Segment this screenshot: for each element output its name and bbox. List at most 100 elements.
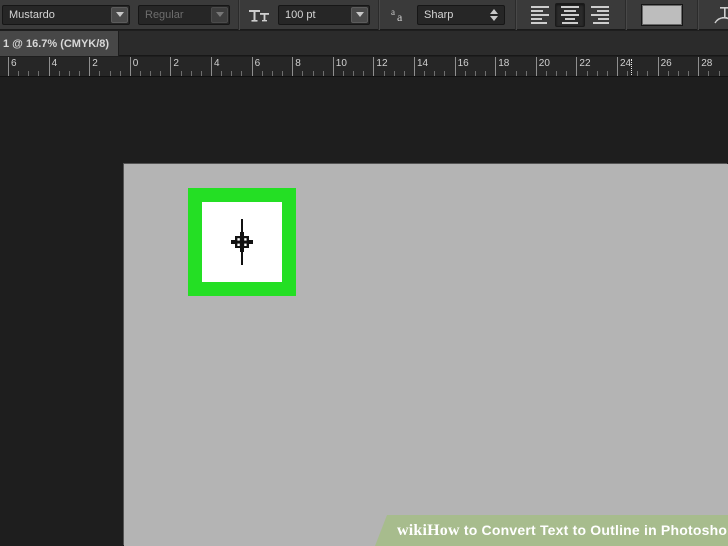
ruler-minor-tick xyxy=(566,71,568,76)
font-style-value: Regular xyxy=(145,8,184,21)
align-right-button[interactable] xyxy=(585,3,615,27)
ruler-minor-tick xyxy=(58,71,60,76)
ruler-minor-tick xyxy=(515,71,517,76)
ruler-minor-tick xyxy=(647,71,649,76)
ruler-minor-tick xyxy=(363,71,365,76)
watermark-brand-wiki: wiki xyxy=(397,521,428,539)
ruler-minor-tick xyxy=(424,71,426,76)
watermark-brand-how: How xyxy=(427,521,460,539)
text-layer-bounding-box[interactable] xyxy=(188,188,296,296)
font-size-combo[interactable]: 100 pt xyxy=(278,4,370,25)
chevron-down-icon[interactable] xyxy=(111,6,128,23)
font-family-value: Mustardo xyxy=(9,8,55,21)
ruler-minor-tick xyxy=(241,71,243,76)
ruler-minor-tick xyxy=(38,71,40,76)
ruler-minor-tick xyxy=(718,71,720,76)
ruler-minor-tick xyxy=(667,71,669,76)
ruler-minor-tick xyxy=(383,71,385,76)
font-style-combo[interactable]: Regular xyxy=(138,4,230,25)
ruler-minor-tick xyxy=(221,71,223,76)
font-size-value: 100 pt xyxy=(285,8,316,21)
ruler-label: 22 xyxy=(579,58,591,69)
ruler-minor-tick xyxy=(556,71,558,76)
ruler-label: 4 xyxy=(214,58,220,69)
ruler-cursor-indicator xyxy=(631,59,633,75)
ruler-label: 20 xyxy=(538,58,550,69)
align-center-icon xyxy=(561,5,579,24)
ruler-minor-tick xyxy=(708,71,710,76)
ruler-minor-tick xyxy=(434,71,436,76)
ruler-minor-tick xyxy=(261,71,263,76)
ruler-label: 0 xyxy=(132,58,139,69)
align-left-icon xyxy=(531,5,549,24)
ruler-minor-tick xyxy=(393,71,395,76)
svg-text:a: a xyxy=(397,10,403,23)
ruler-label: 16 xyxy=(457,58,469,69)
align-left-button[interactable] xyxy=(525,3,555,27)
ruler-label: 2 xyxy=(92,58,98,69)
ruler-label: 6 xyxy=(254,58,261,69)
document-tab-bar: 1 @ 16.7% (CMYK/8) xyxy=(0,31,728,56)
ruler-minor-tick xyxy=(586,71,588,76)
ruler-minor-tick xyxy=(139,71,141,76)
warp-text-icon[interactable] xyxy=(711,2,728,28)
anti-aliasing-value: Sharp xyxy=(424,8,454,21)
ruler-minor-tick xyxy=(353,71,355,76)
ruler-minor-tick xyxy=(342,71,344,76)
ruler-minor-tick xyxy=(464,71,466,76)
watermark-text: wikiHow to Convert Text to Outline in Ph… xyxy=(397,522,728,540)
toolbar-divider xyxy=(515,0,517,30)
align-right-icon xyxy=(591,5,609,24)
ruler-minor-tick xyxy=(627,71,629,76)
ruler-minor-tick xyxy=(606,71,608,76)
ruler-label: 26 xyxy=(660,58,672,69)
toolbar-divider xyxy=(625,0,627,30)
ruler-label: 10 xyxy=(335,58,347,69)
ruler-label: 12 xyxy=(376,58,388,69)
ruler-minor-tick xyxy=(109,71,111,76)
ruler-minor-tick xyxy=(312,71,314,76)
toolbar-divider xyxy=(378,0,380,30)
ruler-minor-tick xyxy=(322,71,324,76)
document-tab-active[interactable]: 1 @ 16.7% (CMYK/8) xyxy=(0,31,120,56)
ruler-label: 24 xyxy=(620,58,632,69)
chevron-down-icon[interactable] xyxy=(351,6,368,23)
ruler-label: 14 xyxy=(417,58,429,69)
ruler-minor-tick xyxy=(688,71,690,76)
chevron-down-icon[interactable] xyxy=(211,6,228,23)
photoshop-window: Mustardo Regular 100 pt a a Sharp 1 @ 16… xyxy=(0,0,728,546)
ruler-minor-tick xyxy=(505,71,507,76)
document-canvas[interactable]: wikiHow to Convert Text to Outline in Ph… xyxy=(124,164,728,546)
document-tab-label: 1 @ 16.7% (CMYK/8) xyxy=(3,37,110,50)
toolbar-divider xyxy=(697,0,699,30)
options-toolbar: Mustardo Regular 100 pt a a Sharp xyxy=(0,0,728,30)
ruler-minor-tick xyxy=(403,71,405,76)
font-size-icon xyxy=(247,3,273,27)
ruler-minor-tick xyxy=(200,71,202,76)
font-family-combo[interactable]: Mustardo xyxy=(2,4,130,25)
ruler-label: 28 xyxy=(701,58,713,69)
svg-text:a: a xyxy=(391,7,395,17)
ruler-minor-tick xyxy=(150,71,152,76)
ruler-minor-tick xyxy=(474,71,476,76)
watermark-title: to Convert Text to Outline in Photoshop xyxy=(459,521,728,538)
ruler-minor-tick xyxy=(525,71,527,76)
ruler-minor-tick xyxy=(18,71,20,76)
ruler-minor-tick xyxy=(180,71,182,76)
ruler-label: 18 xyxy=(498,58,510,69)
anti-aliasing-combo[interactable]: Sharp xyxy=(417,4,505,25)
stepper-arrows-icon[interactable] xyxy=(487,6,501,24)
ruler-minor-tick xyxy=(28,71,30,76)
ruler-minor-tick xyxy=(99,71,101,76)
ruler-minor-tick xyxy=(79,71,81,76)
ruler-minor-tick xyxy=(302,71,304,76)
ruler-minor-tick xyxy=(637,71,639,76)
ruler-minor-tick xyxy=(545,71,547,76)
ruler-minor-tick xyxy=(282,71,284,76)
align-center-button[interactable] xyxy=(555,2,585,27)
anti-aliasing-icon: a a xyxy=(389,3,413,27)
text-color-swatch[interactable] xyxy=(641,3,683,26)
toolbar-divider xyxy=(238,0,240,30)
ruler-minor-tick xyxy=(190,71,192,76)
horizontal-ruler[interactable]: 6 4 2 0 2 4 6 8 10 12 14 16 18 20 22 24 26 28 xyxy=(0,57,728,77)
